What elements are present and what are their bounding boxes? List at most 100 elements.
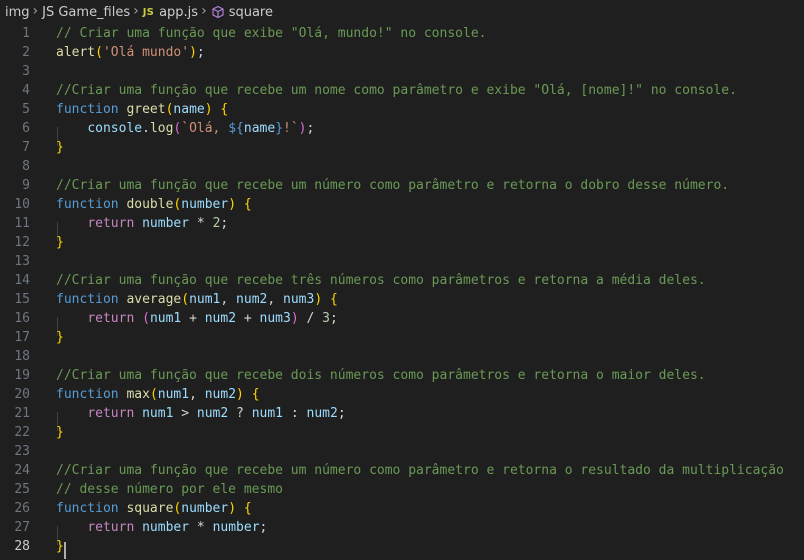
code-token: , <box>189 387 205 402</box>
code-line[interactable]: 24 //Criar uma função que recebe um númer… <box>0 461 804 480</box>
code-line[interactable]: 3 <box>0 62 804 81</box>
code-line[interactable]: 13 <box>0 252 804 271</box>
code-token: double <box>126 197 174 212</box>
code-line[interactable]: 1 // Criar uma função que exibe "Olá, mun… <box>0 24 804 43</box>
code-token: //Criar uma função que recebe um nome co… <box>56 83 737 98</box>
code-token: + <box>236 311 260 326</box>
code-token: ; <box>337 406 346 421</box>
code-token: num2 <box>204 311 237 326</box>
line-number: 28 <box>14 539 30 554</box>
code-line[interactable]: 28} <box>0 537 804 556</box>
code-token: max <box>126 387 150 402</box>
breadcrumb-symbol-square[interactable]: square <box>229 5 273 20</box>
code-token: + <box>181 311 205 326</box>
code-token: { <box>329 292 338 307</box>
code-token: num2 <box>236 292 268 307</box>
line-code: //Criar uma função que recebe dois númer… <box>56 366 706 385</box>
code-editor[interactable]: 1 // Criar uma função que exibe "Olá, mun… <box>0 24 804 560</box>
code-line[interactable]: 2 alert('Olá mundo'); <box>0 43 804 62</box>
code-token: number <box>181 197 229 212</box>
code-token: return <box>87 520 135 535</box>
line-code: } <box>56 233 64 252</box>
code-line[interactable]: 4 //Criar uma função que recebe um nome c… <box>0 81 804 100</box>
line-number: 17 <box>14 330 30 345</box>
line-number: 11 <box>14 216 30 231</box>
code-line[interactable]: 9 //Criar uma função que recebe um número… <box>0 176 804 195</box>
code-token: ( <box>95 45 103 60</box>
code-line[interactable]: 15 function average(num1, num2, num3) { <box>0 290 804 309</box>
line-number: 5 <box>22 102 30 117</box>
code-token: num3 <box>283 292 315 307</box>
line-code: } <box>56 537 64 556</box>
code-line[interactable]: 6 console.log(`Olá, ${name}!`); <box>0 119 804 138</box>
line-number: 10 <box>14 197 30 212</box>
line-number: 6 <box>22 121 30 136</box>
code-token: alert <box>56 45 96 60</box>
code-line[interactable]: 10 function double(number) { <box>0 195 804 214</box>
code-token: num1 <box>149 311 182 326</box>
code-line[interactable]: 11 return number * 2; <box>0 214 804 233</box>
code-token: ( <box>142 311 150 326</box>
line-code: function max(num1, num2) { <box>56 385 260 404</box>
code-line[interactable]: 14 //Criar uma função que recebe três núm… <box>0 271 804 290</box>
breadcrumb-file-app-js[interactable]: app.js <box>159 5 198 20</box>
line-code: } <box>56 328 64 347</box>
code-token: `Olá, <box>181 121 229 136</box>
line-number: 15 <box>14 292 30 307</box>
code-token: { <box>243 501 252 516</box>
code-token: } <box>56 140 64 155</box>
line-number: 26 <box>14 501 30 516</box>
code-line[interactable]: 17} <box>0 328 804 347</box>
code-line[interactable]: 25 // desse número por ele mesmo <box>0 480 804 499</box>
code-line[interactable]: 23 <box>0 442 804 461</box>
code-line[interactable]: 26 function square(number) { <box>0 499 804 518</box>
line-number: 24 <box>14 463 30 478</box>
code-line[interactable]: 22} <box>0 423 804 442</box>
code-token: // desse número por ele mesmo <box>56 482 283 497</box>
code-token: { <box>251 387 260 402</box>
code-token: ) <box>236 387 244 402</box>
code-line[interactable]: 8 <box>0 157 804 176</box>
code-token: !` <box>283 121 299 136</box>
code-token: * <box>189 216 213 231</box>
line-code: alert('Olá mundo'); <box>56 43 205 62</box>
code-line[interactable]: 20 function max(num1, num2) { <box>0 385 804 404</box>
code-token: //Criar uma função que recebe três númer… <box>56 273 706 288</box>
code-token: num1 <box>189 292 221 307</box>
breadcrumb-folder-img[interactable]: img <box>5 5 30 20</box>
line-code: //Criar uma função que recebe um número … <box>56 461 784 480</box>
code-line[interactable]: 7} <box>0 138 804 157</box>
code-line[interactable]: 18 <box>0 347 804 366</box>
code-line[interactable]: 16 return (num1 + num2 + num3) / 3; <box>0 309 804 328</box>
code-token: } <box>56 330 64 345</box>
line-number: 23 <box>14 444 30 459</box>
code-token: // Criar uma função que exibe "Olá, mund… <box>56 26 487 41</box>
line-number: 25 <box>14 482 30 497</box>
code-line[interactable]: 5 function greet(name) { <box>0 100 804 119</box>
breadcrumb-folder-js-game-files[interactable]: JS Game_files <box>42 5 130 20</box>
code-token: square <box>126 501 174 516</box>
line-number: 7 <box>22 140 30 155</box>
code-line[interactable]: 21 return num1 > num2 ? num1 : num2; <box>0 404 804 423</box>
line-code: //Criar uma função que recebe três númer… <box>56 271 706 290</box>
code-line[interactable]: 27 return number * number; <box>0 518 804 537</box>
code-line[interactable]: 12} <box>0 233 804 252</box>
code-lines: 1 // Criar uma função que exibe "Olá, mun… <box>0 24 804 556</box>
code-token: console <box>87 121 143 136</box>
code-line[interactable]: 19 //Criar uma função que recebe dois núm… <box>0 366 804 385</box>
code-token: return <box>87 216 135 231</box>
line-code: function square(number) { <box>56 499 252 518</box>
code-token: , <box>220 292 237 307</box>
code-token: ) <box>314 292 323 307</box>
code-token: . <box>142 121 150 136</box>
line-code: // Criar uma função que exibe "Olá, mund… <box>56 24 486 43</box>
javascript-file-icon: JS <box>142 6 155 18</box>
code-token: greet <box>126 102 166 117</box>
line-number: 4 <box>22 83 30 98</box>
line-number: 12 <box>14 235 30 250</box>
code-token: , <box>267 292 284 307</box>
